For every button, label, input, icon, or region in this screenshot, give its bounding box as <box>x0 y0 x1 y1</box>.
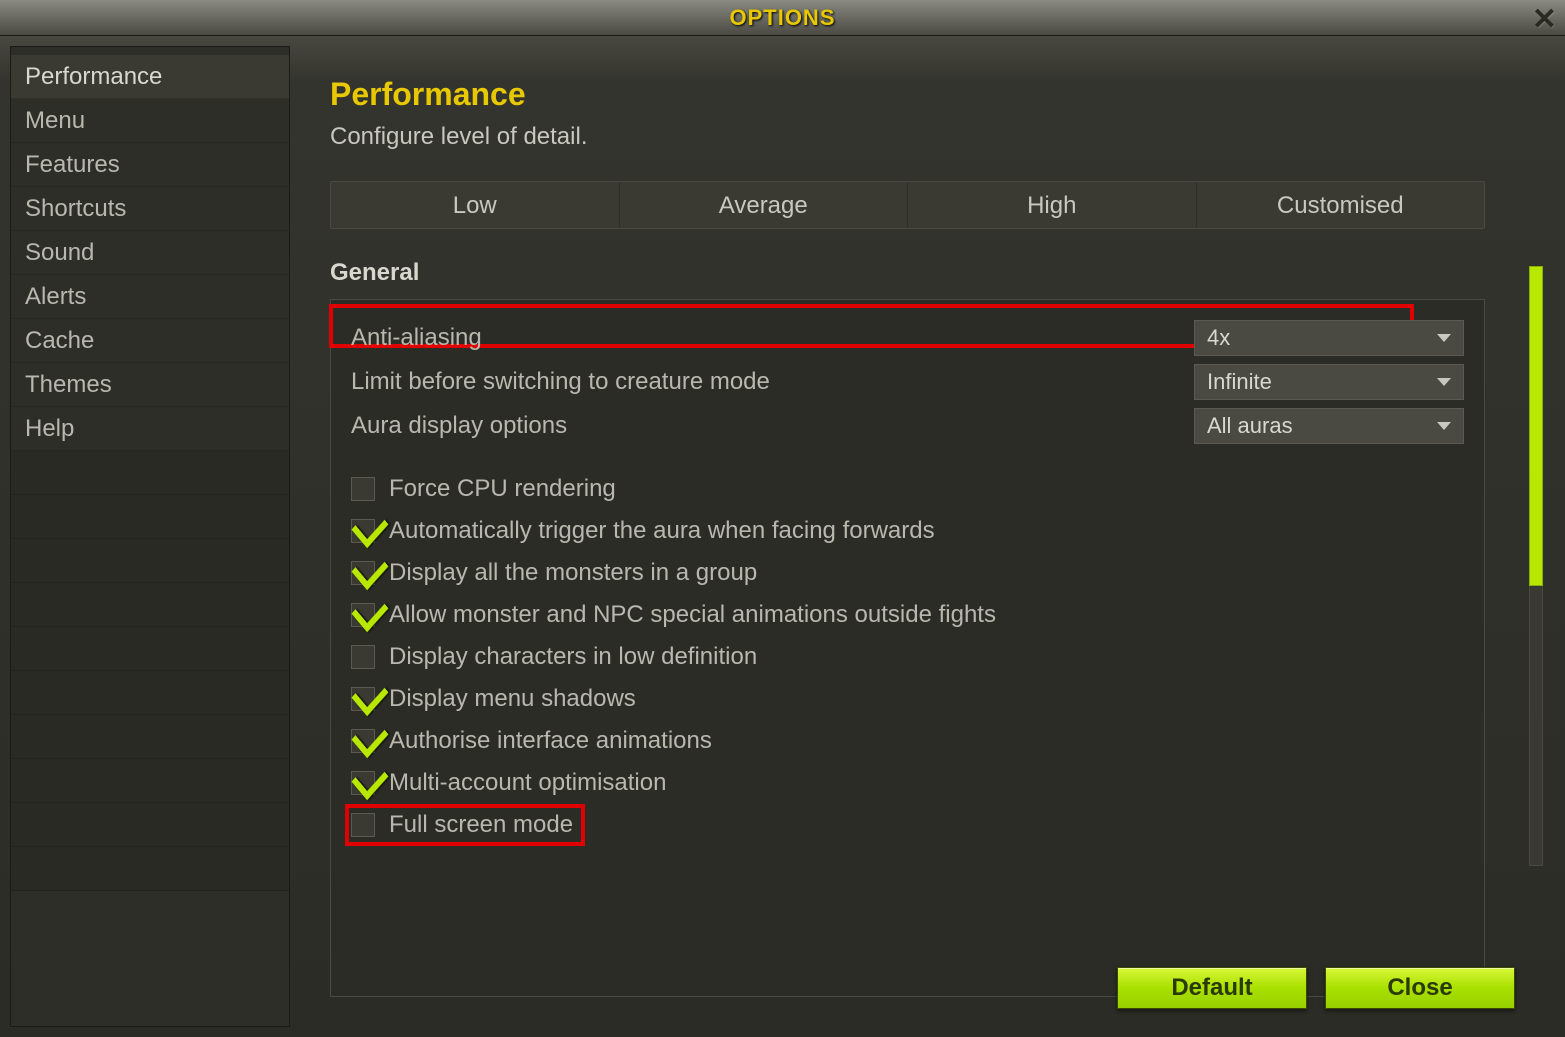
option-label: Aura display options <box>351 412 567 440</box>
check-label: Force CPU rendering <box>389 475 616 503</box>
close-icon[interactable]: ✕ <box>1532 2 1557 37</box>
title-bar: OPTIONS ✕ <box>0 0 1565 36</box>
sidebar-item-label: Help <box>25 415 74 442</box>
option-row-creature-limit: Limit before switching to creature mode … <box>351 360 1464 404</box>
page-subtitle: Configure level of detail. <box>330 123 1515 151</box>
sidebar-item-label: Themes <box>25 371 112 398</box>
checkbox-auto-aura[interactable] <box>351 519 375 543</box>
option-row-aura-display: Aura display options All auras <box>351 404 1464 448</box>
checkbox-multi-account[interactable] <box>351 771 375 795</box>
check-row-fullscreen: Full screen mode <box>351 804 1464 846</box>
sidebar-item-themes[interactable]: Themes <box>11 363 289 407</box>
sidebar-item-label: Shortcuts <box>25 195 126 222</box>
sidebar-item-label: Alerts <box>25 283 86 310</box>
check-label: Display characters in low definition <box>389 643 757 671</box>
sidebar-item-shortcuts[interactable]: Shortcuts <box>11 187 289 231</box>
general-section: Anti-aliasing 4x Limit before switching … <box>330 299 1485 997</box>
checkbox-low-def[interactable] <box>351 645 375 669</box>
sidebar-item-empty: . <box>11 495 289 539</box>
sidebar-item-label: Menu <box>25 107 85 134</box>
check-row-iface-anim: Authorise interface animations <box>351 720 1464 762</box>
sidebar-item-empty: . <box>11 759 289 803</box>
sidebar-item-empty: . <box>11 803 289 847</box>
check-row-force-cpu: Force CPU rendering <box>351 468 1464 510</box>
sidebar-item-label: Features <box>25 151 120 178</box>
default-button[interactable]: Default <box>1117 967 1307 1009</box>
check-label: Authorise interface animations <box>389 727 712 755</box>
preset-tab-low[interactable]: Low <box>331 182 620 228</box>
sidebar-item-empty: . <box>11 451 289 495</box>
checkbox-menu-shadows[interactable] <box>351 687 375 711</box>
sidebar-item-label: Cache <box>25 327 94 354</box>
option-label: Limit before switching to creature mode <box>351 368 770 396</box>
checkbox-fullscreen[interactable] <box>351 813 375 837</box>
checkbox-all-monsters[interactable] <box>351 561 375 585</box>
sidebar-item-label: Performance <box>25 63 162 90</box>
sidebar-item-cache[interactable]: Cache <box>11 319 289 363</box>
preset-tab-customised[interactable]: Customised <box>1197 182 1485 228</box>
chevron-down-icon <box>1437 378 1451 386</box>
check-label: Allow monster and NPC special animations… <box>389 601 996 629</box>
sidebar-item-alerts[interactable]: Alerts <box>11 275 289 319</box>
close-button[interactable]: Close <box>1325 967 1515 1009</box>
check-row-low-def: Display characters in low definition <box>351 636 1464 678</box>
check-label: Multi-account optimisation <box>389 769 666 797</box>
sidebar-item-menu[interactable]: Menu <box>11 99 289 143</box>
sidebar-item-empty: . <box>11 671 289 715</box>
window-title: OPTIONS <box>729 5 835 31</box>
check-row-all-monsters: Display all the monsters in a group <box>351 552 1464 594</box>
check-row-menu-shadows: Display menu shadows <box>351 678 1464 720</box>
dropdown-value: Infinite <box>1207 369 1272 395</box>
scrollbar-thumb[interactable] <box>1529 266 1543 586</box>
preset-tab-average[interactable]: Average <box>620 182 909 228</box>
sidebar: Performance Menu Features Shortcuts Soun… <box>10 46 290 1027</box>
chevron-down-icon <box>1437 334 1451 342</box>
checkbox-npc-anim[interactable] <box>351 603 375 627</box>
check-row-multi-account: Multi-account optimisation <box>351 762 1464 804</box>
sidebar-item-help[interactable]: Help <box>11 407 289 451</box>
sidebar-item-empty: . <box>11 539 289 583</box>
option-row-antialiasing: Anti-aliasing 4x <box>351 316 1464 360</box>
sidebar-item-label: Sound <box>25 239 94 266</box>
sidebar-item-empty: . <box>11 583 289 627</box>
sidebar-item-sound[interactable]: Sound <box>11 231 289 275</box>
sidebar-item-performance[interactable]: Performance <box>11 55 289 99</box>
window-body: Performance Menu Features Shortcuts Soun… <box>0 36 1565 1037</box>
dropdown-creature-limit[interactable]: Infinite <box>1194 364 1464 400</box>
checkbox-iface-anim[interactable] <box>351 729 375 753</box>
page-title: Performance <box>330 76 1515 113</box>
checkbox-force-cpu[interactable] <box>351 477 375 501</box>
check-row-auto-aura: Automatically trigger the aura when faci… <box>351 510 1464 552</box>
check-label: Automatically trigger the aura when faci… <box>389 517 935 545</box>
chevron-down-icon <box>1437 422 1451 430</box>
preset-tab-high[interactable]: High <box>908 182 1197 228</box>
sidebar-item-features[interactable]: Features <box>11 143 289 187</box>
dropdown-aura-display[interactable]: All auras <box>1194 408 1464 444</box>
preset-tabs: Low Average High Customised <box>330 181 1485 229</box>
dropdown-value: 4x <box>1207 325 1230 351</box>
options-window: OPTIONS ✕ Performance Menu Features Shor… <box>0 0 1565 1037</box>
check-label: Full screen mode <box>389 811 573 839</box>
footer-buttons: Default Close <box>1117 967 1515 1009</box>
sidebar-item-empty: . <box>11 847 289 891</box>
sidebar-item-empty: . <box>11 627 289 671</box>
check-label: Display all the monsters in a group <box>389 559 757 587</box>
dropdown-value: All auras <box>1207 413 1293 439</box>
dropdown-antialiasing[interactable]: 4x <box>1194 320 1464 356</box>
section-title-general: General <box>330 259 1515 287</box>
option-label: Anti-aliasing <box>351 324 482 352</box>
check-label: Display menu shadows <box>389 685 636 713</box>
check-row-npc-anim: Allow monster and NPC special animations… <box>351 594 1464 636</box>
main-panel: Performance Configure level of detail. L… <box>290 46 1555 1027</box>
sidebar-item-empty: . <box>11 715 289 759</box>
